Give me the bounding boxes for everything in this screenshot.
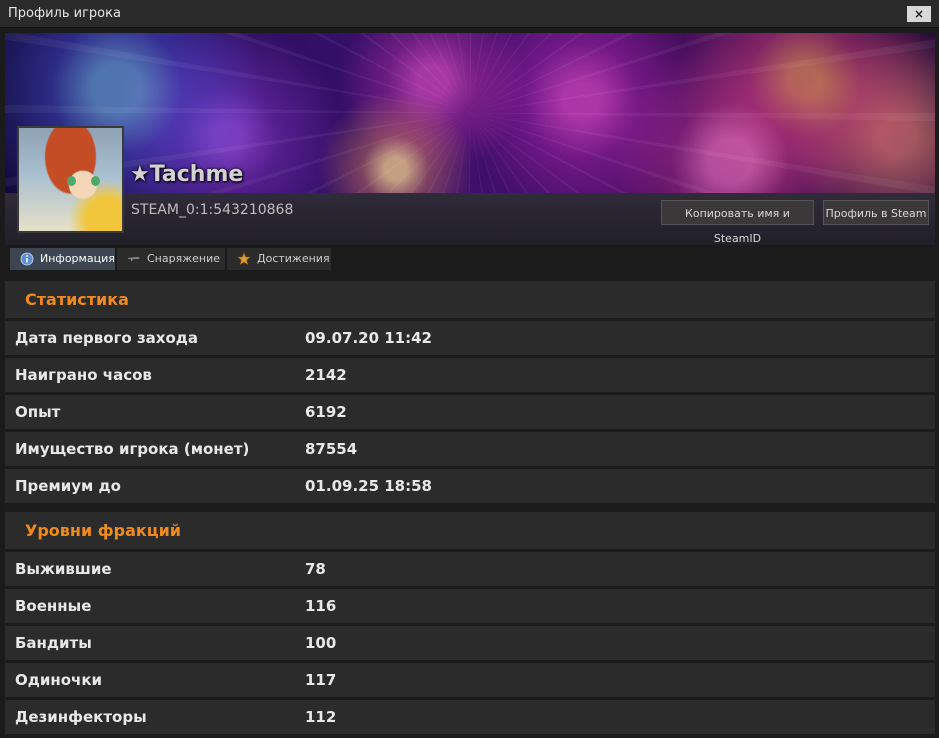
stat-label: Наиграно часов [15, 366, 152, 384]
username: ★Tachme [130, 162, 244, 187]
stat-value: 87554 [305, 440, 358, 458]
tab-equipment[interactable]: Снаряжение [117, 248, 225, 270]
faction-value: 116 [305, 597, 337, 615]
stat-label: Дата первого захода [15, 329, 199, 347]
close-icon: × [913, 7, 925, 21]
tab-information-label: Информация [40, 252, 115, 265]
faction-row-bandits: Бандиты 100 [5, 626, 935, 660]
faction-value: 78 [305, 560, 326, 578]
faction-label: Дезинфекторы [15, 708, 147, 726]
avatar-eye-left [67, 176, 76, 186]
faction-label: Выжившие [15, 560, 112, 578]
faction-label: Одиночки [15, 671, 103, 689]
stats-row-first-login: Дата первого захода 09.07.20 11:42 [5, 321, 935, 355]
stat-label: Опыт [15, 403, 61, 421]
faction-row-survivors: Выжившие 78 [5, 552, 935, 586]
faction-row-loners: Одиночки 117 [5, 663, 935, 697]
faction-value: 112 [305, 708, 337, 726]
avatar-eye-right [91, 176, 100, 186]
steam-id: STEAM_0:1:543210868 [131, 202, 294, 218]
tab-achievements-label: Достижения [257, 252, 330, 265]
steam-profile-button[interactable]: Профиль в Steam [823, 200, 929, 225]
faction-value: 117 [305, 671, 337, 689]
faction-row-disinfectors: Дезинфекторы 112 [5, 700, 935, 734]
stat-label: Имущество игрока (монет) [15, 440, 250, 458]
rifle-icon [128, 257, 140, 261]
avatar [17, 126, 124, 233]
faction-label: Бандиты [15, 634, 92, 652]
faction-value: 100 [305, 634, 337, 652]
stats-row-premium: Премиум до 01.09.25 18:58 [5, 469, 935, 503]
faction-label: Военные [15, 597, 92, 615]
stats-row-wealth: Имущество игрока (монет) 87554 [5, 432, 935, 466]
close-button[interactable]: × [907, 6, 931, 22]
stats-row-hours: Наиграно часов 2142 [5, 358, 935, 392]
stat-value: 2142 [305, 366, 347, 384]
stats-row-experience: Опыт 6192 [5, 395, 935, 429]
tab-achievements[interactable]: Достижения [227, 248, 331, 270]
star-medal-icon [237, 252, 251, 266]
stat-value: 09.07.20 11:42 [305, 329, 432, 347]
stat-label: Премиум до [15, 477, 121, 495]
copy-name-steamid-button[interactable]: Копировать имя и SteamID [661, 200, 814, 245]
factions-section-title: Уровни фракций [5, 512, 935, 549]
tab-equipment-label: Снаряжение [147, 252, 220, 265]
stat-value: 6192 [305, 403, 347, 421]
stat-value: 01.09.25 18:58 [305, 477, 432, 495]
window-title: Профиль игрока [8, 6, 121, 21]
faction-row-military: Военные 116 [5, 589, 935, 623]
stats-section-title: Статистика [5, 281, 935, 318]
info-icon [20, 252, 34, 266]
window-titlebar: Профиль игрока × [0, 0, 939, 28]
tab-information[interactable]: Информация [10, 248, 115, 270]
